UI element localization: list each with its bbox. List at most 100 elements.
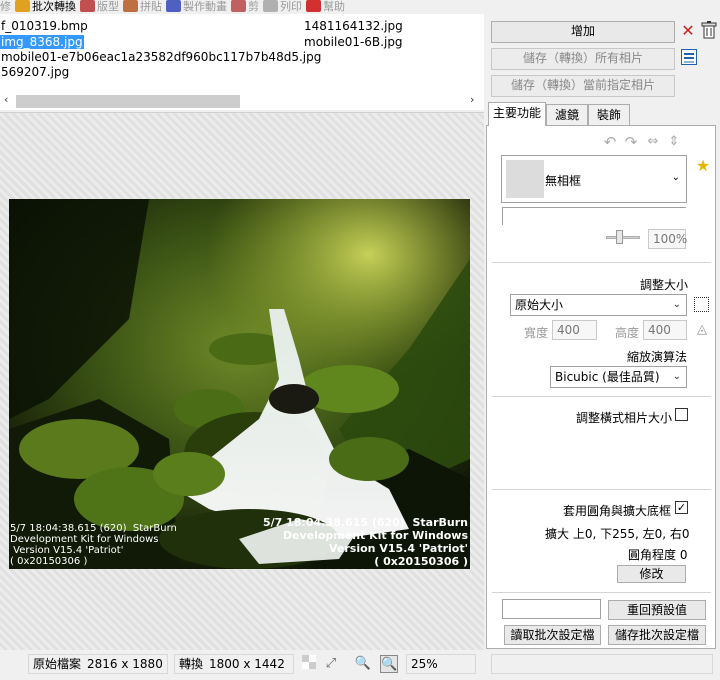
- menu-item-label: 修: [0, 0, 11, 13]
- menu-item[interactable]: 幫助: [306, 0, 349, 14]
- watermark-caption-left: 5/7 18:04:38.615 (620) StarBurn Developm…: [10, 523, 177, 567]
- landscape-resize-label: 調整橫式相片大小: [576, 411, 673, 425]
- tab-main-functions[interactable]: 主要功能: [488, 102, 546, 126]
- file-item-selected[interactable]: img_8368.jpg: [0, 35, 84, 49]
- divider: [492, 396, 711, 397]
- list-icon[interactable]: [680, 49, 698, 67]
- save-all-button[interactable]: 儲存（轉換）所有相片: [491, 48, 675, 70]
- watermark-caption-right: 5/7 18:04:38.615 (620) StarBurn Developm…: [262, 516, 468, 568]
- rotate-left-icon[interactable]: ↶: [602, 134, 618, 150]
- converted-size-label: 轉換: [179, 657, 204, 671]
- menu-item-label: 批次轉換: [32, 0, 76, 13]
- modify-button[interactable]: 修改: [617, 565, 686, 583]
- height-input[interactable]: 400: [643, 320, 687, 340]
- divider: [492, 592, 711, 593]
- zoom-fit-icon[interactable]: 🔍: [380, 655, 398, 673]
- expand-label: 擴大: [545, 527, 570, 541]
- delete-icon[interactable]: ✕: [680, 22, 696, 40]
- menu-item-label: 拼貼: [140, 0, 162, 13]
- reset-default-button[interactable]: 重回預設值: [608, 600, 706, 620]
- progress-status: [491, 654, 713, 674]
- opacity-input[interactable]: 100%: [648, 229, 687, 249]
- algorithm-label: 縮放演算法: [627, 350, 688, 364]
- file-item[interactable]: 569207.jpg: [1, 65, 69, 79]
- corner-radius-value: 0: [679, 548, 688, 562]
- menu-item-label: 列印: [280, 0, 302, 13]
- help-icon: [306, 0, 321, 12]
- resize-mode-select[interactable]: 原始大小 ⌄: [510, 294, 687, 316]
- apply-corner-label: 套用圓角與擴大底框: [563, 504, 672, 518]
- transparency-icon[interactable]: [300, 655, 318, 673]
- frame-select[interactable]: 無相框 ⌄: [501, 155, 687, 203]
- menu-item[interactable]: 剪: [231, 0, 263, 14]
- add-button[interactable]: 增加: [491, 21, 675, 43]
- frame-select-value: 無相框: [545, 174, 582, 188]
- zoom-actual-icon[interactable]: 🔍: [354, 655, 372, 673]
- forest-waterfall-image: [9, 199, 470, 569]
- opacity-slider-track[interactable]: [606, 236, 640, 239]
- menu-item[interactable]: 列印: [263, 0, 306, 14]
- menu-item-label: 製作動畫: [183, 0, 227, 13]
- file-list[interactable]: f_010319.bmp 1481164132.jpg img_8368.jpg…: [0, 14, 484, 92]
- algorithm-value: Bicubic (最佳品質): [555, 370, 660, 384]
- resize-title: 調整大小: [640, 278, 689, 292]
- corner-radius-info: 圓角程度 0: [628, 546, 687, 563]
- landscape-resize-checkbox[interactable]: [675, 408, 688, 421]
- print-icon: [263, 0, 278, 12]
- expand-info: 擴大 上0, 下255, 左0, 右0: [545, 525, 690, 542]
- divider: [492, 262, 711, 263]
- layout-icon: [80, 0, 95, 12]
- converted-size-status: 轉換 1800 x 1442: [174, 654, 294, 674]
- save-batch-settings-button[interactable]: 儲存批次設定檔: [608, 625, 706, 645]
- frame-thumbnail: [506, 160, 544, 198]
- file-item[interactable]: mobile01-6B.jpg: [304, 35, 403, 49]
- menu-bar: 修 批次轉換 版型 拼貼 製作動畫 剪 列印 幫助: [0, 0, 485, 14]
- chevron-down-icon: ⌄: [671, 172, 680, 183]
- preview-image: 5/7 18:04:38.615 (620) StarBurn Developm…: [9, 199, 470, 569]
- apply-corner-checkbox[interactable]: ✓: [675, 501, 688, 514]
- trash-icon[interactable]: [700, 21, 718, 41]
- chevron-down-icon: ⌄: [672, 371, 681, 382]
- star-icon[interactable]: ★: [694, 157, 712, 175]
- tab-filters[interactable]: 濾鏡: [546, 104, 588, 126]
- rotate-right-icon[interactable]: ↷: [623, 134, 639, 150]
- crop-icon[interactable]: [694, 297, 709, 312]
- resize-mode-value: 原始大小: [515, 298, 564, 312]
- tab-decorations[interactable]: 裝飾: [588, 104, 630, 126]
- aspect-lock-icon[interactable]: ◬: [694, 322, 710, 338]
- width-input[interactable]: 400: [552, 320, 597, 340]
- menu-item-label: 剪: [248, 0, 259, 13]
- converted-size-value: 1800 x 1442: [209, 657, 285, 671]
- status-bar: 原始檔案 2816 x 1880 轉換 1800 x 1442 ⤢ 🔍 🔍 25%: [0, 652, 720, 680]
- file-item[interactable]: 1481164132.jpg: [304, 19, 403, 33]
- flip-vertical-icon[interactable]: ⇕: [666, 134, 682, 150]
- menu-item[interactable]: 版型: [80, 0, 123, 14]
- algorithm-select[interactable]: Bicubic (最佳品質) ⌄: [550, 366, 687, 388]
- fit-to-window-icon[interactable]: ⤢: [322, 655, 340, 673]
- width-label: 寬度: [524, 326, 549, 340]
- expand-values: 上0, 下255, 左0, 右0: [572, 527, 690, 541]
- zoom-level: 25%: [406, 654, 476, 674]
- corner-radius-label: 圓角程度: [628, 548, 677, 562]
- menu-item[interactable]: 批次轉換: [15, 0, 80, 14]
- file-item[interactable]: f_010319.bmp: [1, 19, 88, 33]
- frame-color-bar: [502, 207, 686, 225]
- save-selected-button[interactable]: 儲存（轉換）當前指定相片: [491, 75, 675, 97]
- menu-item[interactable]: 拼貼: [123, 0, 166, 14]
- chevron-down-icon: ⌄: [672, 299, 681, 310]
- menu-item[interactable]: 製作動畫: [166, 0, 231, 14]
- menu-item[interactable]: 修: [0, 0, 15, 14]
- original-size-status: 原始檔案 2816 x 1880: [28, 654, 168, 674]
- scroll-right-icon[interactable]: ›: [470, 93, 474, 106]
- scroll-thumb[interactable]: [16, 95, 240, 108]
- scroll-left-icon[interactable]: ‹: [4, 93, 8, 106]
- file-item[interactable]: mobile01-e7b06eac1a23582df960bc117b7b48d…: [1, 50, 321, 64]
- flip-horizontal-icon[interactable]: ⇔: [645, 134, 661, 150]
- load-batch-settings-button[interactable]: 讀取批次設定檔: [504, 625, 601, 645]
- preset-name-input[interactable]: [502, 599, 601, 619]
- height-label: 高度: [615, 326, 640, 340]
- animation-icon: [166, 0, 181, 12]
- opacity-slider-thumb[interactable]: [616, 230, 623, 244]
- file-list-scrollbar[interactable]: ‹ ›: [0, 92, 484, 110]
- original-size-value: 2816 x 1880: [87, 657, 163, 671]
